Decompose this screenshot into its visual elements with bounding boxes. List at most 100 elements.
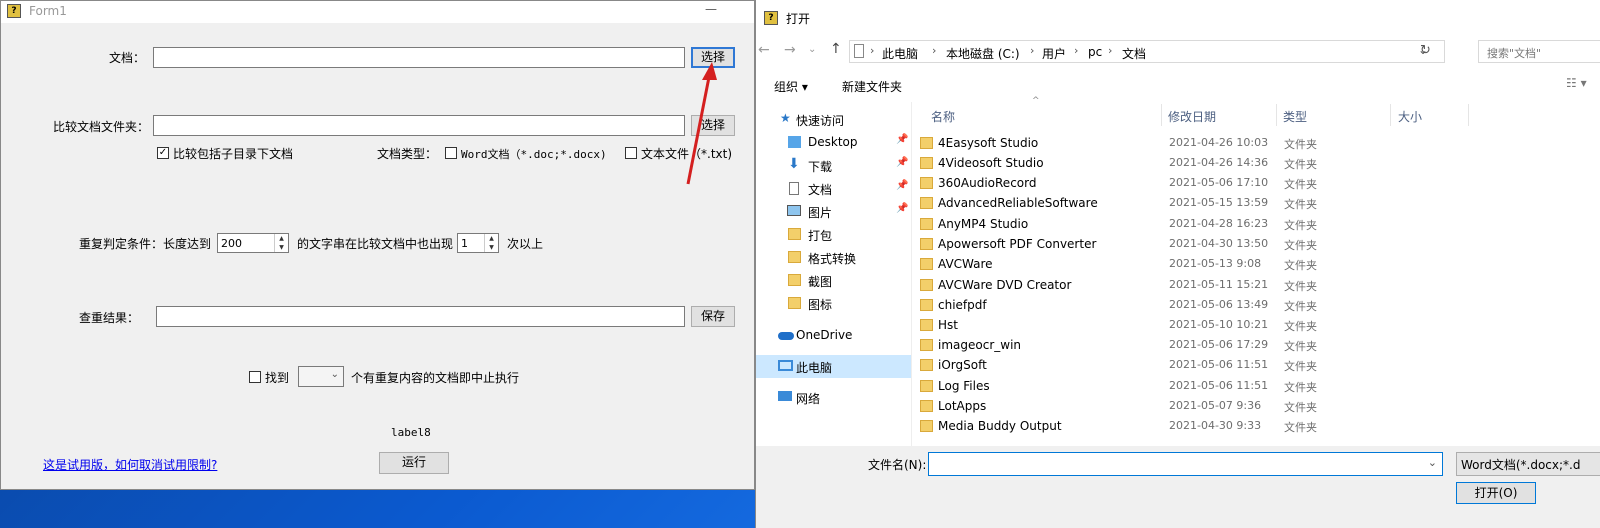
refresh-icon[interactable]: ↻ [1420, 43, 1431, 58]
file-row[interactable]: imageocr_win 2021-05-06 17:29 文件夹 [916, 335, 1566, 355]
breadcrumb-item[interactable]: 此电脑 [882, 45, 918, 62]
run-button[interactable]: 运行 [379, 452, 449, 474]
sidebar-item-downloads[interactable]: ⬇ 下载 📌 [756, 154, 911, 177]
spinner-arrows-icon[interactable]: ▲ ▼ [484, 234, 498, 252]
col-size-header[interactable]: 大小 [1398, 108, 1422, 132]
file-type: 文件夹 [1284, 360, 1317, 373]
sidebar-item-desktop[interactable]: Desktop 📌 [756, 131, 911, 154]
file-type: 文件夹 [1284, 259, 1317, 272]
new-folder-button[interactable]: 新建文件夹 [842, 78, 902, 95]
breadcrumb-sep-icon: › [870, 44, 875, 57]
doc-type-label: 文档类型： [377, 147, 438, 161]
sidebar-item-this-pc[interactable]: 此电脑 [756, 355, 911, 378]
file-type: 文件夹 [1284, 178, 1317, 191]
word-doc-checkbox[interactable] [445, 147, 457, 159]
trial-link[interactable]: 这是试用版，如何取消试用限制? [43, 456, 217, 473]
stop-checkbox[interactable] [249, 371, 261, 383]
sidebar-item-format[interactable]: 格式转换 [756, 246, 911, 269]
address-bar[interactable]: › 此电脑 › 本地磁盘 (C:) › 用户 › pc › 文档 ⌄ [849, 40, 1445, 63]
include-subdirs-checkbox[interactable]: ✓ [157, 147, 169, 159]
folder-icon [788, 274, 801, 286]
file-row[interactable]: Media Buddy Output 2021-04-30 9:33 文件夹 [916, 416, 1566, 436]
folder-icon [788, 228, 801, 240]
sidebar-item-network[interactable]: 网络 [756, 386, 911, 409]
txt-checkbox[interactable] [625, 147, 637, 159]
pin-icon: 📌 [896, 203, 909, 214]
red-arrow-annotation [686, 62, 717, 185]
file-row[interactable]: 4Videosoft Studio 2021-04-26 14:36 文件夹 [916, 153, 1566, 173]
compare-folder-input[interactable] [153, 115, 685, 136]
file-row[interactable]: AdvancedReliableSoftware 2021-05-15 13:59… [916, 193, 1566, 213]
file-row[interactable]: iOrgSoft 2021-05-06 11:51 文件夹 [916, 355, 1566, 375]
file-row[interactable]: 4Easysoft Studio 2021-04-26 10:03 文件夹 [916, 133, 1566, 153]
file-row[interactable]: chiefpdf 2021-05-06 13:49 文件夹 [916, 295, 1566, 315]
column-divider [1161, 104, 1162, 126]
open-button[interactable]: 打开(O) [1456, 482, 1536, 504]
spinner-arrows-icon[interactable]: ▲ ▼ [274, 234, 288, 252]
file-row[interactable]: AVCWare 2021-05-13 9:08 文件夹 [916, 254, 1566, 274]
file-date: 2021-04-28 16:23 [1169, 217, 1269, 230]
sidebar-item-onedrive[interactable]: OneDrive [756, 324, 911, 347]
breadcrumb-item[interactable]: pc [1088, 45, 1102, 59]
view-options-icon[interactable]: ☷ ▾ [1566, 76, 1587, 90]
folder-icon [920, 258, 933, 270]
col-type-header[interactable]: 类型 [1283, 108, 1307, 132]
file-row[interactable]: 360AudioRecord 2021-05-06 17:10 文件夹 [916, 173, 1566, 193]
result-path-input[interactable] [156, 306, 685, 327]
file-row[interactable]: AVCWare DVD Creator 2021-05-11 15:21 文件夹 [916, 275, 1566, 295]
sidebar-item-pack[interactable]: 打包 [756, 223, 911, 246]
breadcrumb-item[interactable]: 用户 [1042, 45, 1066, 62]
sidebar-item-documents[interactable]: 文档 📌 [756, 177, 911, 200]
column-divider [1468, 104, 1469, 126]
folder-icon [920, 279, 933, 291]
quick-access-item[interactable]: ★ 快速访问 [756, 108, 911, 131]
picture-icon [787, 205, 801, 216]
file-date: 2021-05-10 10:21 [1169, 318, 1269, 331]
file-date: 2021-05-13 9:08 [1169, 257, 1262, 270]
sidebar-item-label: 打包 [808, 229, 833, 243]
organize-menu[interactable]: 组织 ▾ [774, 78, 808, 95]
col-name-header[interactable]: 名称 [931, 108, 955, 132]
minimize-icon[interactable]: — [701, 1, 721, 21]
folder-icon [920, 197, 933, 209]
file-name: imageocr_win [938, 338, 1022, 352]
sidebar-item-icons[interactable]: 图标 [756, 292, 911, 315]
save-button[interactable]: 保存 [691, 306, 735, 327]
file-date: 2021-04-26 10:03 [1169, 136, 1269, 149]
file-name: 4Videosoft Studio [938, 156, 1044, 170]
doc-path-input[interactable] [153, 47, 685, 68]
sidebar-item-screenshots[interactable]: 截图 [756, 269, 911, 292]
folder-icon [788, 251, 801, 263]
breadcrumb-item[interactable]: 本地磁盘 (C:) [946, 45, 1020, 62]
count-spinner[interactable]: 1 ▲ ▼ [457, 233, 499, 253]
file-date: 2021-05-06 17:10 [1169, 176, 1269, 189]
back-icon[interactable]: ← [758, 42, 770, 58]
up-icon[interactable]: ↑ [830, 41, 842, 57]
recent-chevron-icon[interactable]: ⌄ [808, 44, 816, 55]
file-type-filter[interactable]: Word文档(*.docx;*.d [1456, 452, 1600, 476]
cloud-icon [778, 332, 794, 340]
pin-icon: 📌 [896, 134, 909, 145]
length-spinner[interactable]: 200 ▲ ▼ [217, 233, 289, 253]
file-row[interactable]: Hst 2021-05-10 10:21 文件夹 [916, 315, 1566, 335]
breadcrumb-sep-icon: › [1030, 44, 1035, 57]
file-row[interactable]: Log Files 2021-05-06 11:51 文件夹 [916, 376, 1566, 396]
file-row[interactable]: AnyMP4 Studio 2021-04-28 16:23 文件夹 [916, 214, 1566, 234]
stop-count-select[interactable]: ⌄ [298, 366, 344, 387]
col-modified-header[interactable]: 修改日期 [1168, 108, 1216, 132]
chevron-down-icon[interactable]: ⌄ [1428, 456, 1437, 469]
search-input[interactable]: 搜索"文档" [1478, 40, 1600, 63]
forward-icon[interactable]: → [784, 42, 796, 58]
file-row[interactable]: Apowersoft PDF Converter 2021-04-30 13:50… [916, 234, 1566, 254]
suffix-text: 次以上 [507, 237, 544, 251]
breadcrumb-item[interactable]: 文档 [1122, 45, 1146, 62]
document-icon [789, 182, 799, 195]
file-name: chiefpdf [938, 298, 987, 312]
network-label: 网络 [796, 392, 821, 406]
chevron-down-icon: ⌄ [330, 369, 339, 380]
folder-icon [788, 297, 801, 309]
filename-input[interactable]: ⌄ [928, 452, 1443, 476]
file-row[interactable]: LotApps 2021-05-07 9:36 文件夹 [916, 396, 1566, 416]
form1-title: Form1 [29, 4, 67, 18]
sidebar-item-pictures[interactable]: 图片 📌 [756, 200, 911, 223]
